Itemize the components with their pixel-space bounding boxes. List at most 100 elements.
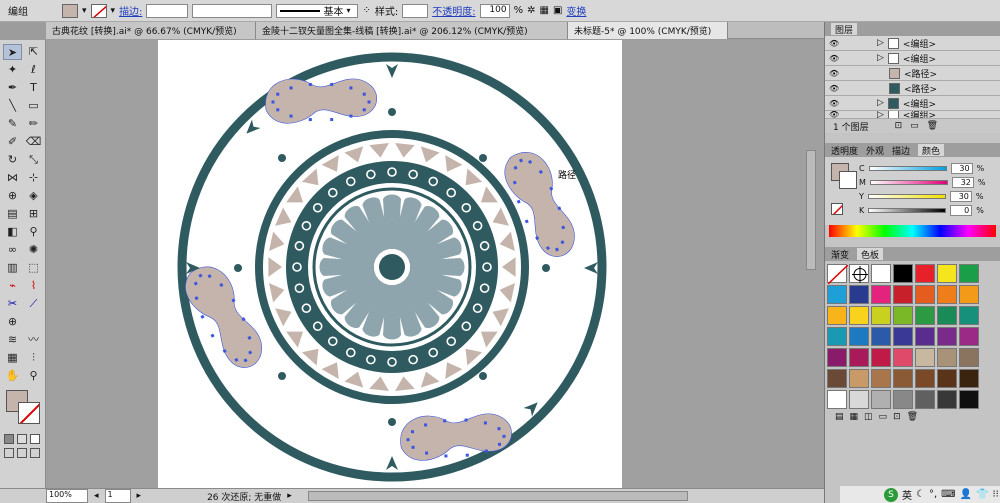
brush-profile-dropdown[interactable]: 基本 ▾ [276,3,359,18]
stroke-none-swatch[interactable] [90,3,107,18]
color-spectrum-bar[interactable] [829,225,996,237]
triangle-ornament[interactable] [492,308,509,327]
status-menu-icon[interactable]: ▸ [287,491,292,501]
ornament-dot[interactable] [234,264,242,272]
paintbrush-tool-icon[interactable]: ✎ [3,116,22,132]
triangle-ornament[interactable] [275,207,292,226]
color-swatch[interactable] [871,369,891,388]
eye-icon[interactable]: 👁 [829,84,839,93]
triangle-ornament[interactable] [369,143,389,158]
color-swatch[interactable] [915,390,935,409]
color-swatch[interactable] [871,327,891,346]
pencil-tool-icon[interactable]: ✏ [24,116,43,132]
next-page-icon[interactable]: ▸ [137,491,142,501]
grid-icon[interactable]: ⁝⁝ [993,489,999,500]
color-swatch[interactable] [959,369,979,388]
layers-tab[interactable]: 图层 [831,23,858,36]
color-swatch[interactable] [871,348,891,367]
color-swatch[interactable] [827,285,847,304]
fleur-ornament[interactable] [386,456,398,470]
graphic-style-icon[interactable]: ⁘ [362,5,370,16]
color-swatch[interactable] [827,327,847,346]
ornament-dot[interactable] [278,154,286,162]
draw-normal-icon[interactable] [4,448,14,458]
eye-icon[interactable]: 👁 [829,39,839,48]
canvas-area[interactable]: 路径 [46,40,824,488]
scale-tool-icon[interactable]: ⤡ [24,152,43,168]
yellow-input[interactable]: 30 [949,190,972,202]
blend-tool-icon[interactable]: ∞ [3,242,22,258]
color-stroke-swatch[interactable] [839,171,857,189]
color-swatch[interactable] [893,285,913,304]
opacity-label[interactable]: 不透明度: [432,3,475,18]
color-swatch[interactable] [937,285,957,304]
expand-arrow-icon[interactable]: ▷ [877,38,884,48]
symbol-sprayer-tool-icon[interactable]: ✺ [24,242,43,258]
moon-icon[interactable]: ☾ [916,489,925,500]
rotate-tool-icon[interactable]: ↻ [3,152,22,168]
ornament-dot[interactable] [479,154,487,162]
color-swatch[interactable] [937,390,957,409]
free-transform-tool-icon[interactable]: ⊹ [24,170,43,186]
ornament-dot[interactable] [388,418,396,426]
ime-language[interactable]: 英 [902,487,912,502]
artboard-tool-icon[interactable]: ⬚ [24,260,43,276]
fill-swatch[interactable] [62,3,78,18]
variable-width-field[interactable] [192,3,273,18]
warp-tool-icon[interactable]: ≋ [3,332,22,348]
layer-row[interactable]: 👁 ▷ <编组> [825,36,1000,51]
triangle-ornament[interactable] [395,143,415,158]
tab-document-3[interactable]: 未标题-5* @ 100% (CMYK/预览) [568,22,728,39]
magic-wand-tool-icon[interactable]: ✦ [3,62,22,78]
color-swatch[interactable] [937,306,957,325]
tab-document-1[interactable]: 古典花纹 [转换].ai* @ 66.67% (CMYK/预览) [46,22,256,39]
magenta-input[interactable]: 32 [951,176,974,188]
color-swatch[interactable] [827,390,847,409]
tab-transparency[interactable]: 透明度 [831,144,858,157]
color-swatch[interactable] [849,264,869,283]
mesh-tool-icon[interactable]: ⊞ [24,206,43,222]
color-swatch[interactable] [893,390,913,409]
color-swatch[interactable] [937,327,957,346]
punctuation-icon[interactable]: °, [929,489,937,500]
color-swatch[interactable] [915,285,935,304]
color-swatch[interactable] [827,306,847,325]
twirl-tool-icon[interactable]: 〰 [24,332,43,348]
color-swatch[interactable] [871,390,891,409]
color-swatch[interactable] [849,369,869,388]
triangle-ornament[interactable] [321,362,339,379]
keyboard-icon[interactable]: ⌨ [941,489,955,500]
tab-appearance[interactable]: 外观 [866,144,884,157]
sogou-icon[interactable]: S [884,487,898,502]
color-swatch[interactable] [959,348,979,367]
color-swatch[interactable] [871,306,891,325]
stroke-weight-field[interactable] [146,3,189,18]
fleur-ornament[interactable] [584,262,598,274]
page-field[interactable]: 1 [104,489,131,503]
triangle-ornament[interactable] [445,362,463,379]
ornament-dot[interactable] [479,372,487,380]
chart-tool-icon[interactable]: ⫶ [24,350,43,366]
dropdown-arrow-icon[interactable]: ▾ [111,6,116,16]
layer-row[interactable]: 👁 ▷ <编组> [825,51,1000,66]
gradient-tool-icon[interactable]: ◧ [3,224,22,240]
tab-swatches[interactable]: 色板 [857,248,884,261]
center-disc[interactable] [379,254,405,280]
draw-inside-icon[interactable] [30,448,40,458]
expand-arrow-icon[interactable]: ▷ [877,111,884,118]
grid-tool-icon[interactable]: ▦ [3,350,22,366]
eye-icon[interactable]: 👁 [829,54,839,63]
black-input[interactable]: 0 [950,204,973,216]
vertical-scrollbar[interactable] [806,150,816,270]
triangle-ornament[interactable] [321,155,339,172]
tab-stroke[interactable]: 描边 [892,144,910,157]
zoom-field[interactable]: 100% [46,489,88,503]
triangle-ornament[interactable] [502,257,516,277]
color-swatch[interactable] [893,369,913,388]
color-swatch[interactable] [937,264,957,283]
style-dropdown[interactable] [402,3,429,18]
mandala-artwork[interactable] [46,40,824,488]
color-swatch[interactable] [959,327,979,346]
recolor-icon[interactable]: ✲ [527,5,535,16]
tab-document-2[interactable]: 金陵十二钗矢量图全集-线稿 [转换].ai* @ 206.12% (CMYK/预… [256,22,568,39]
